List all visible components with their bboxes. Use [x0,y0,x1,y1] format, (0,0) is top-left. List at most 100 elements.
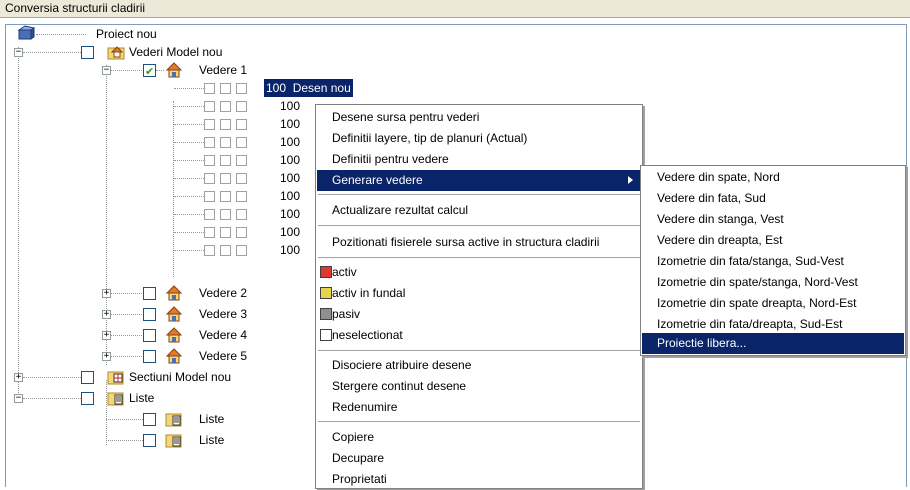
house-icon [165,327,183,343]
drawing-number: 100 [280,207,301,221]
menu-item-label: activ in fundal [332,286,406,300]
menu-item-clear-contents[interactable]: Stergere continut desene [317,376,641,397]
list-folder-icon [107,392,124,406]
expand-toggle[interactable]: + [102,289,111,298]
tree-node-label: Vederi Model nou [129,45,223,59]
list-checkbox[interactable] [81,392,94,405]
tree-node-lists[interactable]: − Liste [6,389,306,407]
house-icon [165,348,183,364]
list-folder-icon [165,413,182,427]
drawing-number: 100 [280,243,301,257]
collapse-toggle[interactable]: − [14,394,23,403]
view-checkbox[interactable] [143,329,156,342]
expand-toggle[interactable]: + [102,352,111,361]
house-icon [165,306,183,322]
menu-item-status-unselected[interactable]: neselectionat [317,325,641,346]
submenu-item-iso-southwest[interactable]: Izometrie din fata/stanga, Sud-Vest [642,251,904,272]
menu-item-view-definitions[interactable]: Definitii pentru vedere [317,149,641,170]
menu-item-source-drawings[interactable]: Desene sursa pentru vederi [317,107,641,128]
folder-house-icon [107,46,125,60]
active-swatch-icon [320,266,332,278]
view-checkbox[interactable] [143,287,156,300]
drawing-row[interactable]: 100 [6,151,306,169]
menu-separator [318,350,640,352]
drawing-row[interactable]: 100 [6,241,306,259]
menu-item-position-files[interactable]: Pozitionati fisierele sursa active in st… [317,232,641,253]
submenu-item-right-east[interactable]: Vedere din dreapta, Est [642,230,904,251]
selected-drawing[interactable]: 100 Desen nou [264,79,353,97]
tree-node-list-item[interactable]: Liste [6,431,306,449]
expand-toggle[interactable]: + [14,373,23,382]
tree-node-view-5[interactable]: + Vedere 5 [6,347,306,365]
tree-node-list-item[interactable]: Liste [6,410,306,428]
collapse-toggle[interactable]: − [102,66,111,75]
menu-item-label: pasiv [332,307,361,321]
background-swatch-icon [320,287,332,299]
tree-node-label: Vedere 4 [199,328,248,342]
tree-node-label: Vedere 5 [199,349,248,363]
drawing-row[interactable]: 100 [6,133,306,151]
submenu-item-back-north[interactable]: Vedere din spate, Nord [642,167,904,188]
tree-node-view-2[interactable]: + Vedere 2 [6,284,306,302]
drawing-number: 100 [280,189,301,203]
menu-item-rename[interactable]: Redenumire [317,397,641,418]
tree-node-view-1[interactable]: − Vedere 1 [6,61,306,81]
menu-item-copy[interactable]: Copiere [317,427,641,448]
drawing-row[interactable]: 100 [6,187,306,205]
menu-item-label: neselectionat [332,328,403,342]
submenu-item-front-south[interactable]: Vedere din fata, Sud [642,188,904,209]
menu-separator [318,194,640,196]
expand-toggle[interactable]: + [102,310,111,319]
tree-node-sections[interactable]: + Sectiuni Model nou [6,368,306,386]
tree-node-label: Vedere 2 [199,286,248,300]
menu-item-generate-view[interactable]: Generare vedere [317,170,641,191]
list-checkbox[interactable] [143,413,156,426]
menu-separator [318,225,640,227]
drawing-row[interactable]: 100 [6,223,306,241]
menu-item-layer-definitions[interactable]: Definitii layere, tip de planuri (Actual… [317,128,641,149]
tree-node-root[interactable]: Proiect nou [6,25,206,43]
house-icon [165,62,183,78]
tree-node-view-4[interactable]: + Vedere 4 [6,326,306,344]
drawing-row[interactable]: 100 [6,115,306,133]
menu-item-status-active[interactable]: activ [317,262,641,283]
collapse-toggle[interactable]: − [14,48,23,57]
submenu-arrow-icon [628,176,633,184]
view-checkbox-checked[interactable] [143,63,156,81]
menu-item-dissociate[interactable]: Disociere atribuire desene [317,355,641,376]
drawing-number: 100 [280,117,301,131]
drawing-number: 100 [280,225,301,239]
drawing-row[interactable]: 100 Desen nou [6,79,353,97]
drawing-row[interactable]: 100 [6,205,306,223]
drawing-number: 100 [280,171,301,185]
tree-node-views-model[interactable]: − Vederi Model nou [6,43,306,61]
expand-toggle[interactable]: + [102,331,111,340]
view-checkbox[interactable] [143,308,156,321]
submenu-item-left-west[interactable]: Vedere din stanga, Vest [642,209,904,230]
menu-item-update-results[interactable]: Actualizare rezultat calcul [317,200,641,221]
submenu-item-iso-northeast[interactable]: Izometrie din spate dreapta, Nord-Est [642,293,904,314]
view-checkbox[interactable] [143,350,156,363]
section-checkbox[interactable] [81,371,94,384]
tree-node-label: Liste [199,433,225,447]
drawing-row[interactable]: 100 [6,97,306,115]
tree-node-label: Vedere 1 [199,63,248,77]
menu-item-status-passive[interactable]: pasiv [317,304,641,325]
menu-item-label: Generare vedere [332,173,423,187]
drawing-row[interactable]: 100 [6,169,306,187]
view-checkbox[interactable] [81,46,94,59]
submenu-item-iso-southeast[interactable]: Izometrie din fata/dreapta, Sud-Est [642,314,904,335]
target-icon [236,83,247,94]
drawing-number: 100 [280,99,301,113]
menu-item-cut[interactable]: Decupare [317,448,641,469]
list-folder-icon [165,434,182,448]
tree-node-label: Sectiuni Model nou [129,370,232,384]
context-menu: Desene sursa pentru vederi Definitii lay… [315,104,643,489]
submenu-item-free-projection[interactable]: Proiectie libera... [642,333,904,354]
menu-separator [318,257,640,259]
list-checkbox[interactable] [143,434,156,447]
tree-node-view-3[interactable]: + Vedere 3 [6,305,306,323]
project-icon [17,25,36,40]
menu-item-status-background[interactable]: activ in fundal [317,283,641,304]
submenu-item-iso-northwest[interactable]: Izometrie din spate/stanga, Nord-Vest [642,272,904,293]
